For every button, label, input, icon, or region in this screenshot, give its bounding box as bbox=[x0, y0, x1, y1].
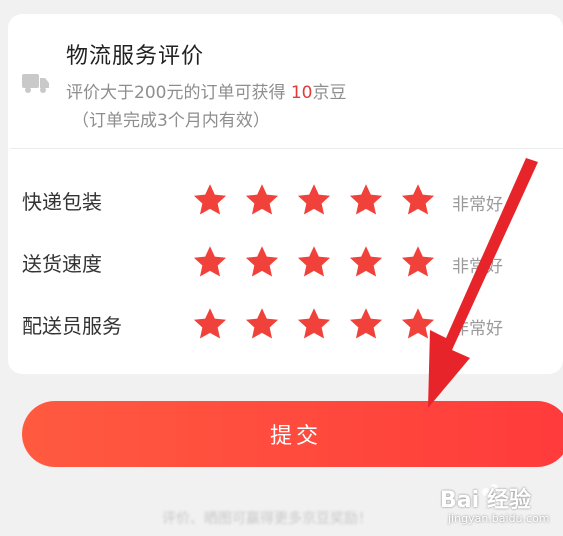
truck-icon bbox=[22, 74, 49, 93]
star-icon[interactable] bbox=[244, 306, 280, 342]
rating-label: 快递包装 bbox=[22, 190, 102, 214]
divider bbox=[10, 148, 563, 149]
submit-button[interactable]: 提交 bbox=[22, 401, 563, 467]
star-icon[interactable] bbox=[192, 306, 228, 342]
rating-text: 非常好 bbox=[452, 195, 503, 215]
star-icon[interactable] bbox=[400, 244, 436, 280]
reward-prefix: 评价大于200元的订单可获得 bbox=[66, 83, 291, 103]
rating-label: 配送员服务 bbox=[22, 314, 122, 338]
star-icon[interactable] bbox=[192, 182, 228, 218]
star-icon[interactable] bbox=[400, 306, 436, 342]
reward-suffix: 京豆 bbox=[312, 83, 347, 103]
section-title: 物流服务评价 bbox=[66, 44, 205, 69]
rating-text: 非常好 bbox=[452, 257, 503, 277]
star-icon[interactable] bbox=[192, 244, 228, 280]
watermark-url: jingyan.baidu.com bbox=[448, 512, 550, 525]
star-icon[interactable] bbox=[348, 306, 384, 342]
watermark-text: Bai 经验 bbox=[440, 488, 531, 513]
star-icon[interactable] bbox=[296, 306, 332, 342]
footer-hint: 评价、晒图可赢得更多京豆奖励！ bbox=[162, 511, 372, 527]
rating-row-speed: 送货速度 非常好 bbox=[0, 242, 563, 282]
star-icon[interactable] bbox=[400, 182, 436, 218]
rating-text: 非常好 bbox=[452, 319, 503, 339]
rating-label: 送货速度 bbox=[22, 252, 102, 276]
star-icon[interactable] bbox=[296, 182, 332, 218]
submit-label: 提交 bbox=[269, 424, 322, 449]
rating-row-packaging: 快递包装 非常好 bbox=[0, 180, 563, 220]
reward-validity: （订单完成3个月内有效） bbox=[72, 111, 270, 131]
reward-info: 评价大于200元的订单可获得 10京豆 bbox=[66, 78, 347, 103]
star-icon[interactable] bbox=[244, 244, 280, 280]
star-icon[interactable] bbox=[348, 182, 384, 218]
star-icon[interactable] bbox=[244, 182, 280, 218]
star-icon[interactable] bbox=[296, 244, 332, 280]
star-icon[interactable] bbox=[348, 244, 384, 280]
reward-amount: 10 bbox=[290, 83, 313, 103]
rating-row-courier: 配送员服务 非常好 bbox=[0, 304, 563, 344]
